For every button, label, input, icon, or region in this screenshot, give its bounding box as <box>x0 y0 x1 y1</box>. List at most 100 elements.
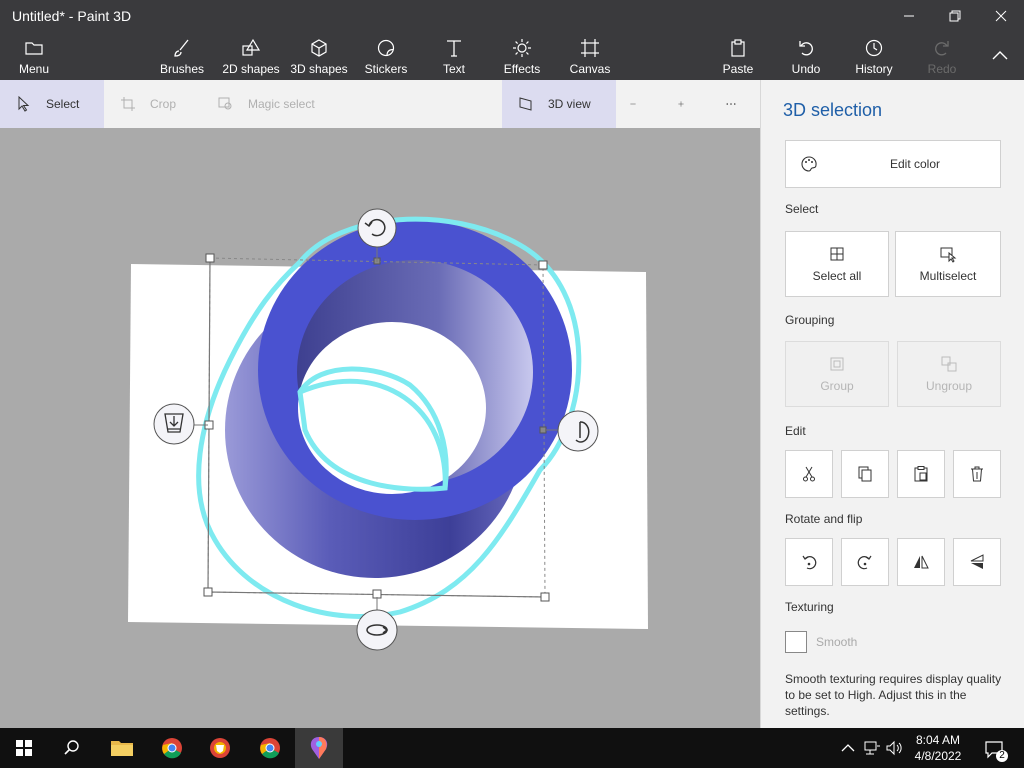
scissors-icon <box>803 466 815 482</box>
copy-button[interactable] <box>841 450 889 498</box>
edit-color-button[interactable]: Edit color <box>785 140 1001 188</box>
close-button[interactable] <box>978 0 1024 32</box>
multiselect-label: Multiselect <box>919 269 977 283</box>
minus-icon <box>630 103 636 105</box>
start-button[interactable] <box>0 728 48 768</box>
rotate-left-button[interactable] <box>785 538 833 586</box>
chrome-taskbar-button-1[interactable] <box>148 728 196 768</box>
magic-select-button[interactable]: Magic select <box>218 80 338 128</box>
group-icon <box>830 357 844 371</box>
crop-tool-button[interactable]: Crop <box>120 80 200 128</box>
multiselect-button[interactable]: Multiselect <box>895 231 1001 297</box>
flip-horizontal-icon <box>914 555 929 569</box>
smooth-texturing-note: Smooth texturing requires display qualit… <box>785 672 1002 718</box>
network-icon[interactable] <box>862 738 882 758</box>
ellipsis-icon <box>726 103 736 105</box>
smooth-label: Smooth <box>816 635 858 649</box>
effects-label: Effects <box>503 62 541 76</box>
rotate-right-icon <box>857 555 872 570</box>
title-bar: Untitled* - Paint 3D <box>0 0 1024 32</box>
flip-vertical-button[interactable] <box>953 538 1001 586</box>
canvas-label: Canvas <box>569 62 611 76</box>
2d-shapes-icon <box>242 38 261 56</box>
rotate-right-button[interactable] <box>841 538 889 586</box>
more-options-button[interactable] <box>726 80 750 128</box>
flip-horizontal-button[interactable] <box>897 538 945 586</box>
brushes-label: Brushes <box>159 62 205 76</box>
select-all-label: Select all <box>812 269 862 283</box>
3d-view-label: 3D view <box>548 97 591 111</box>
zoom-in-button[interactable] <box>678 80 698 128</box>
smooth-checkbox[interactable] <box>785 631 807 653</box>
palette-icon <box>801 156 817 172</box>
file-explorer-icon <box>111 741 133 756</box>
paint-3d-taskbar-button[interactable] <box>295 728 343 768</box>
stickers-button[interactable]: Stickers <box>360 32 412 80</box>
taskbar: 8:04 AM 4/8/2022 <box>0 728 1024 768</box>
select-all-button[interactable]: Select all <box>785 231 889 297</box>
flip-vertical-icon <box>970 554 984 569</box>
file-explorer-taskbar-button[interactable] <box>98 728 146 768</box>
crop-tool-label: Crop <box>150 97 177 111</box>
chevron-up-tray-icon[interactable] <box>838 738 858 758</box>
3d-view-button[interactable]: 3D view <box>502 80 616 128</box>
minimize-button[interactable] <box>886 0 932 32</box>
select-tool-button[interactable]: Select <box>0 80 104 128</box>
paint-3d-icon <box>310 737 328 759</box>
brushes-button[interactable]: Brushes <box>158 32 206 80</box>
brave-taskbar-button[interactable] <box>196 728 244 768</box>
3d-view-icon <box>519 97 532 111</box>
edit-section-label: Edit <box>785 424 806 438</box>
rotate-flip-section-label: Rotate and flip <box>785 512 863 526</box>
ungroup-button[interactable]: Ungroup <box>897 341 1001 407</box>
undo-button[interactable]: Undo <box>786 32 826 80</box>
search-button[interactable] <box>48 728 96 768</box>
sun-effects-icon <box>513 39 531 57</box>
panel-title: 3D selection <box>783 100 883 120</box>
volume-icon[interactable] <box>884 738 904 758</box>
window-title: Untitled* - Paint 3D <box>12 8 132 24</box>
effects-button[interactable]: Effects <box>500 32 544 80</box>
collapse-ribbon-button[interactable] <box>986 32 1014 80</box>
history-button[interactable]: History <box>852 32 896 80</box>
chrome-icon <box>162 738 182 759</box>
cursor-arrow-icon <box>18 96 30 112</box>
3d-shapes-label: 3D shapes <box>290 62 348 76</box>
redo-icon <box>935 41 949 56</box>
system-clock[interactable]: 8:04 AM 4/8/2022 <box>906 732 970 764</box>
folder-icon <box>25 42 43 55</box>
chevron-up-icon <box>992 51 1008 60</box>
ribbon: Menu Brushes 2D shapes 3D shapes Sticker… <box>0 32 1024 80</box>
windows-logo-icon <box>16 740 32 756</box>
select-section-label: Select <box>785 202 819 216</box>
menu-button[interactable]: Menu <box>14 32 54 80</box>
restore-button[interactable] <box>932 0 978 32</box>
2d-shapes-button[interactable]: 2D shapes <box>220 32 282 80</box>
plus-icon <box>678 101 684 107</box>
undo-icon <box>799 41 813 56</box>
text-label: Text <box>442 62 465 76</box>
group-button[interactable]: Group <box>785 341 889 407</box>
canvas-button[interactable]: Canvas <box>568 32 612 80</box>
cube-icon <box>311 39 327 57</box>
minimize-icon <box>904 15 914 17</box>
zoom-out-button[interactable] <box>630 80 650 128</box>
magic-select-label: Magic select <box>248 97 315 111</box>
text-button[interactable]: Text <box>434 32 474 80</box>
chrome-taskbar-button-2[interactable] <box>246 728 294 768</box>
redo-button[interactable]: Redo <box>922 32 962 80</box>
history-label: History <box>855 62 893 76</box>
redo-label: Redo <box>927 62 957 76</box>
crop-icon <box>121 97 135 111</box>
delete-button[interactable] <box>953 450 1001 498</box>
3d-selection-panel: 3D selection Edit color Select Select al… <box>760 80 1024 728</box>
magic-select-icon <box>218 97 232 110</box>
canvas-icon <box>581 39 599 57</box>
paste-panel-button[interactable] <box>897 450 945 498</box>
3d-shapes-button[interactable]: 3D shapes <box>288 32 350 80</box>
cut-button[interactable] <box>785 450 833 498</box>
workspace[interactable] <box>0 128 760 728</box>
paste-button[interactable]: Paste <box>718 32 758 80</box>
rotate-left-icon <box>802 555 817 570</box>
group-label: Group <box>820 379 854 393</box>
